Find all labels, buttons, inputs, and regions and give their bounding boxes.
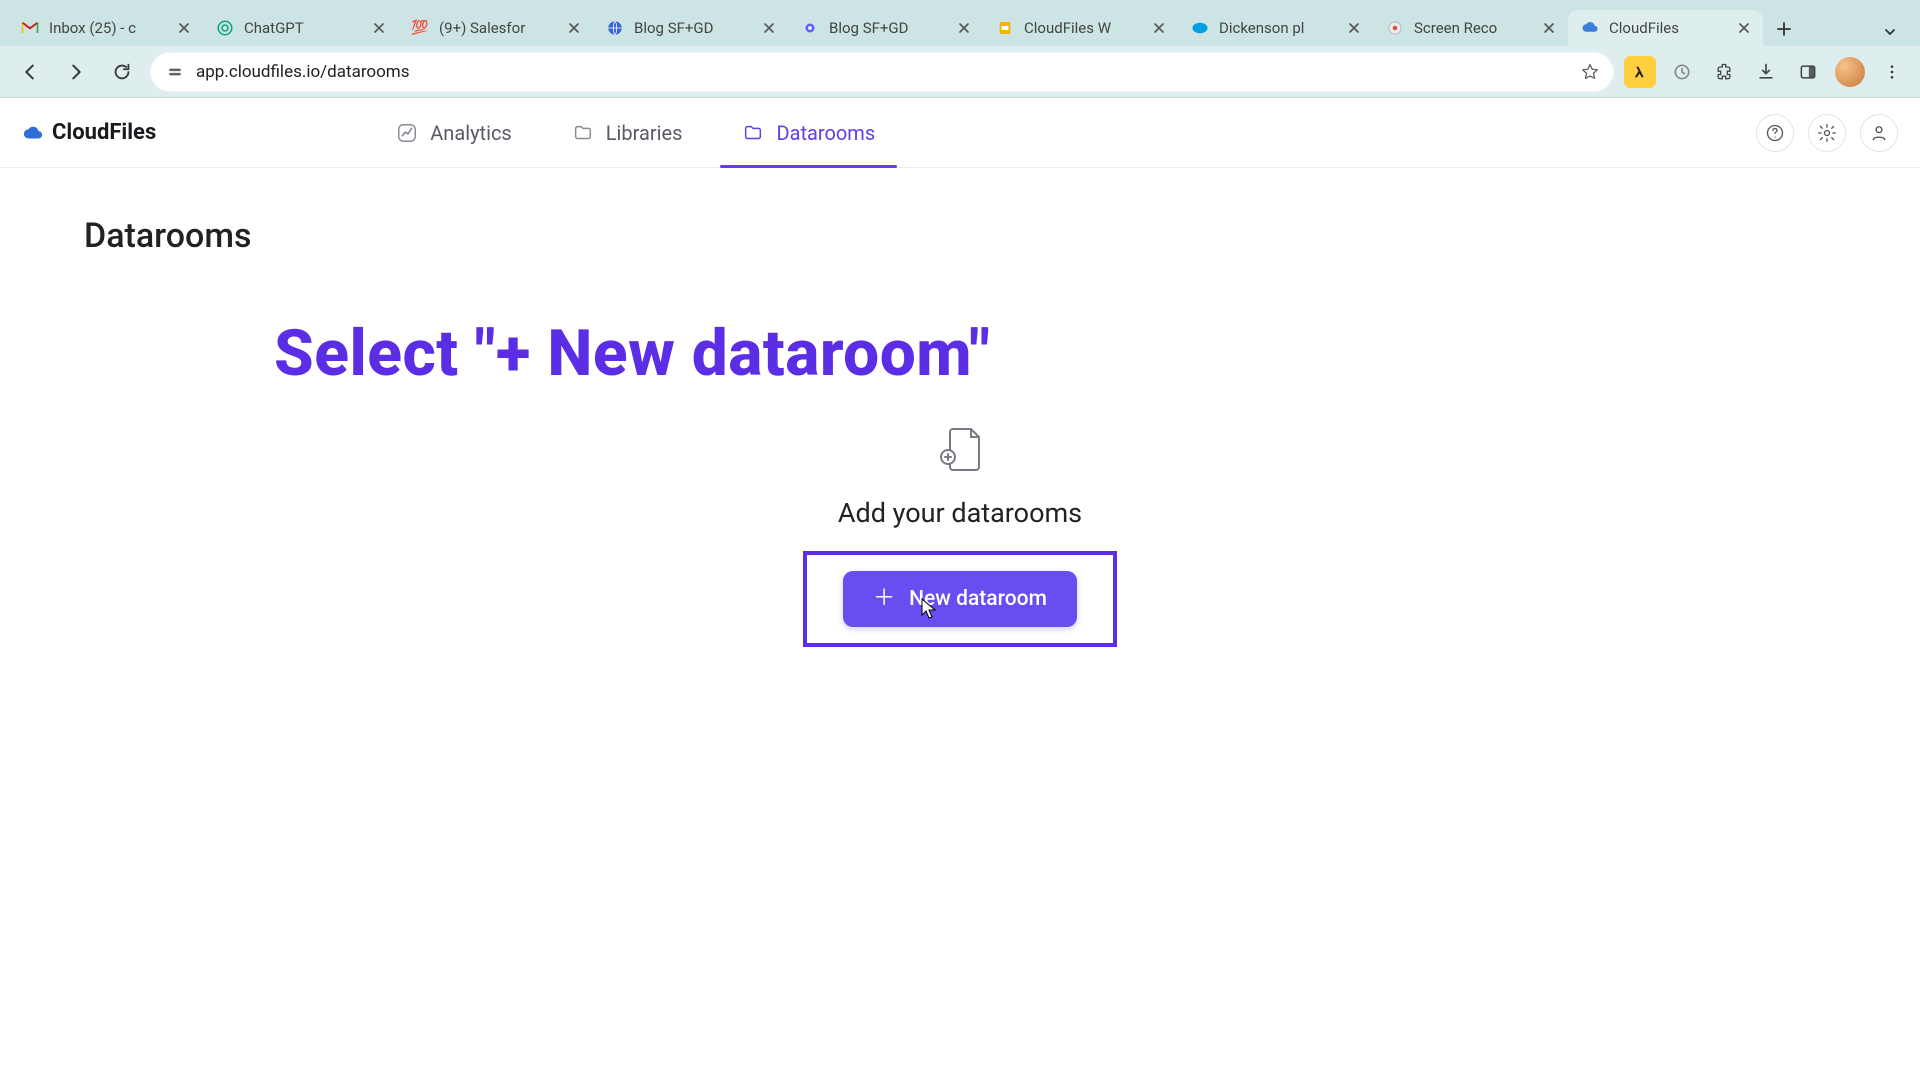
slides-icon — [995, 18, 1015, 38]
close-icon[interactable] — [1345, 19, 1363, 37]
cloudfiles-icon — [1580, 18, 1600, 38]
instruction-overlay: Select "+ New dataroom" — [274, 316, 1836, 391]
new-dataroom-button[interactable]: ＋ New dataroom — [843, 571, 1077, 627]
sidepanel-icon[interactable] — [1792, 56, 1824, 88]
analytics-icon — [396, 122, 418, 144]
help-icon[interactable] — [1756, 114, 1794, 152]
browser-tab-slides[interactable]: CloudFiles W — [983, 10, 1178, 46]
tab-label: Dickenson pl — [1219, 19, 1336, 37]
nav-datarooms[interactable]: Datarooms — [712, 98, 905, 167]
gmail-icon — [20, 18, 40, 38]
user-icon[interactable] — [1860, 114, 1898, 152]
chatgpt-icon — [215, 18, 235, 38]
browser-tab-inbox[interactable]: Inbox (25) - c — [8, 10, 203, 46]
tab-label: (9+) Salesfor — [439, 19, 556, 37]
tab-label: CloudFiles W — [1024, 19, 1141, 37]
browser-tab-cloudfiles[interactable]: CloudFiles — [1568, 10, 1763, 46]
loom-icon — [800, 18, 820, 38]
close-icon[interactable] — [1735, 19, 1753, 37]
globe-icon — [605, 18, 625, 38]
kebab-menu-icon[interactable] — [1876, 56, 1908, 88]
browser-tab-blog1[interactable]: Blog SF+GD — [593, 10, 788, 46]
back-button[interactable] — [12, 54, 48, 90]
nav-label: Libraries — [606, 121, 683, 145]
cloud-icon — [22, 122, 44, 144]
extensions-icon[interactable] — [1708, 56, 1740, 88]
reload-button[interactable] — [104, 54, 140, 90]
salesforce-icon — [1190, 18, 1210, 38]
close-icon[interactable] — [955, 19, 973, 37]
record-icon — [1385, 18, 1405, 38]
new-document-icon — [937, 425, 983, 475]
browser-toolbar: app.cloudfiles.io/datarooms — [0, 46, 1920, 98]
close-icon[interactable] — [175, 19, 193, 37]
tab-label: Blog SF+GD — [634, 19, 751, 37]
chevron-down-icon[interactable] — [1876, 18, 1904, 46]
page-body: Datarooms Select "+ New dataroom" Add yo… — [0, 168, 1920, 695]
browser-tab-blog2[interactable]: Blog SF+GD — [788, 10, 983, 46]
site-info-icon[interactable] — [164, 61, 186, 83]
close-icon[interactable] — [565, 19, 583, 37]
tab-strip: Inbox (25) - c ChatGPT 💯 (9+) Salesfor B… — [0, 0, 1920, 46]
empty-heading: Add your datarooms — [838, 497, 1082, 529]
extension-gdrive-icon[interactable] — [1666, 56, 1698, 88]
empty-state: Add your datarooms ＋ New dataroom — [84, 425, 1836, 647]
profile-avatar[interactable] — [1834, 56, 1866, 88]
brand-name: CloudFiles — [52, 120, 156, 145]
new-tab-button[interactable] — [1767, 12, 1801, 46]
highlight-box: ＋ New dataroom — [803, 551, 1117, 647]
close-icon[interactable] — [760, 19, 778, 37]
browser-tab-salesforce[interactable]: 💯 (9+) Salesfor — [398, 10, 593, 46]
tab-label: ChatGPT — [244, 19, 361, 37]
tab-label: Inbox (25) - c — [49, 19, 166, 37]
nav-libraries[interactable]: Libraries — [542, 98, 713, 167]
browser-tab-screenrec[interactable]: Screen Reco — [1373, 10, 1568, 46]
close-icon[interactable] — [370, 19, 388, 37]
hundred-icon: 💯 — [410, 18, 430, 38]
plus-icon: ＋ — [873, 588, 895, 610]
nav-analytics[interactable]: Analytics — [366, 98, 542, 167]
button-label: New dataroom — [909, 587, 1047, 611]
downloads-icon[interactable] — [1750, 56, 1782, 88]
address-bar[interactable]: app.cloudfiles.io/datarooms — [150, 52, 1614, 92]
folder-icon — [572, 122, 594, 144]
tab-label: Screen Reco — [1414, 19, 1531, 37]
browser-tab-dickenson[interactable]: Dickenson pl — [1178, 10, 1373, 46]
tab-label: Blog SF+GD — [829, 19, 946, 37]
dataroom-icon — [742, 122, 764, 144]
app-root: CloudFiles Analytics Libraries Datarooms — [0, 98, 1920, 695]
tab-label: CloudFiles — [1609, 19, 1726, 37]
gear-icon[interactable] — [1808, 114, 1846, 152]
nav-label: Datarooms — [776, 121, 875, 145]
bookmark-star-icon[interactable] — [1580, 62, 1600, 82]
nav-label: Analytics — [430, 121, 512, 145]
browser-chrome: Inbox (25) - c ChatGPT 💯 (9+) Salesfor B… — [0, 0, 1920, 98]
close-icon[interactable] — [1540, 19, 1558, 37]
browser-tab-chatgpt[interactable]: ChatGPT — [203, 10, 398, 46]
main-nav: Analytics Libraries Datarooms — [366, 98, 905, 167]
close-icon[interactable] — [1150, 19, 1168, 37]
url-text: app.cloudfiles.io/datarooms — [196, 62, 1570, 82]
brand-logo[interactable]: CloudFiles — [22, 120, 156, 145]
page-title: Datarooms — [84, 216, 1836, 256]
app-header: CloudFiles Analytics Libraries Datarooms — [0, 98, 1920, 168]
extension-lambda-icon[interactable] — [1624, 56, 1656, 88]
forward-button[interactable] — [58, 54, 94, 90]
